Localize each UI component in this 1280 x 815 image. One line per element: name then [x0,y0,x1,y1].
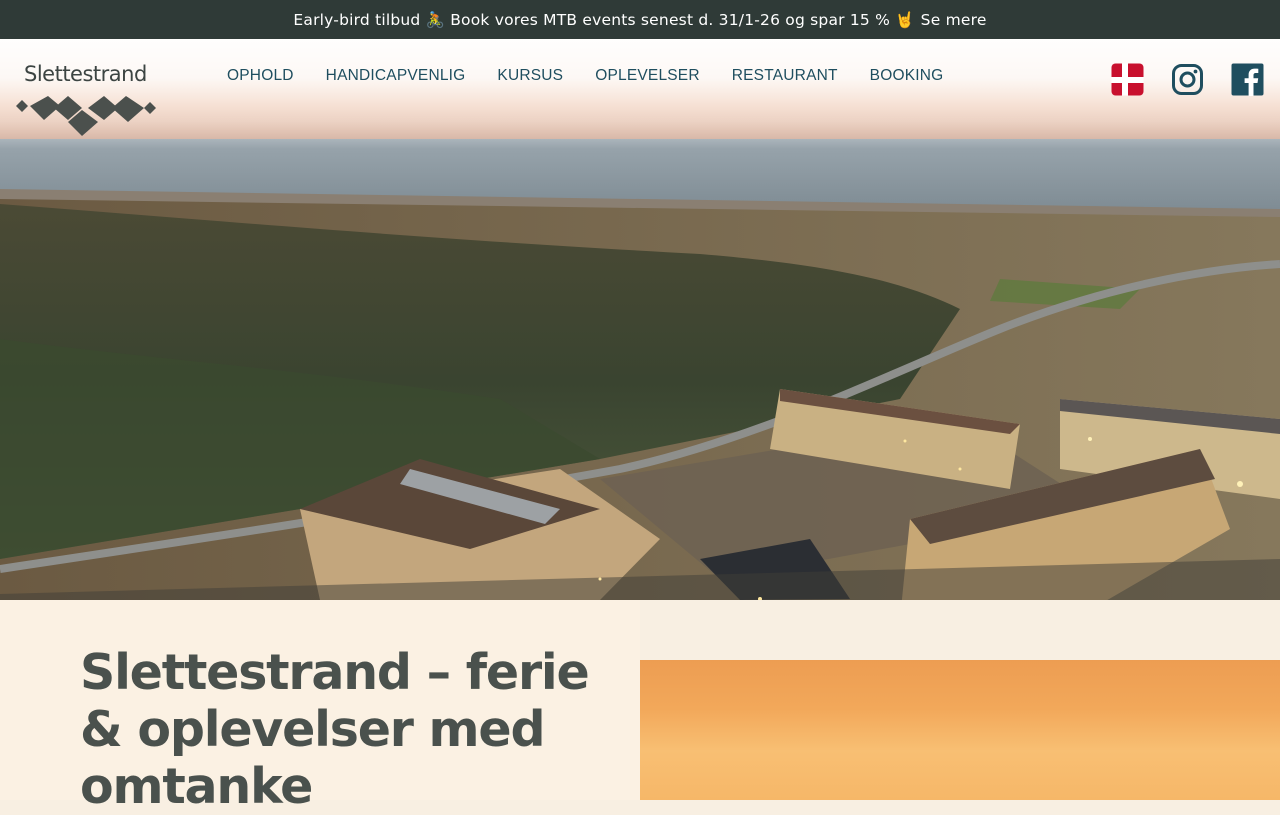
sunset-image [640,660,1280,800]
danish-flag-icon[interactable] [1111,63,1144,96]
facebook-icon[interactable] [1231,63,1264,96]
instagram-icon[interactable] [1171,63,1204,96]
nav-booking[interactable]: BOOKING [870,67,944,85]
promo-text: Early-bird tilbud 🚴 Book vores MTB event… [293,10,915,29]
logo-diamonds-icon [16,96,156,136]
promo-see-more-link[interactable]: Se mere [921,11,987,29]
header [0,39,1280,149]
nav-ophold[interactable]: OPHOLD [227,67,294,85]
nav-handicapvenlig[interactable]: HANDICAPVENLIG [326,67,466,85]
main-navigation: OPHOLD HANDICAPVENLIG KURSUS OPLEVELSER … [211,66,959,86]
page-title: Slettestrand – ferie & oplevelser med om… [80,644,590,815]
nav-oplevelser[interactable]: OPLEVELSER [595,67,700,85]
nav-restaurant[interactable]: RESTAURANT [732,67,838,85]
intro-panel: Slettestrand – ferie & oplevelser med om… [0,600,640,815]
logo-text: Slettestrand [24,62,147,86]
promo-bar: Early-bird tilbud 🚴 Book vores MTB event… [0,0,1280,39]
nav-kursus[interactable]: KURSUS [497,67,563,85]
slettestrand-logo[interactable]: Slettestrand [16,62,158,138]
